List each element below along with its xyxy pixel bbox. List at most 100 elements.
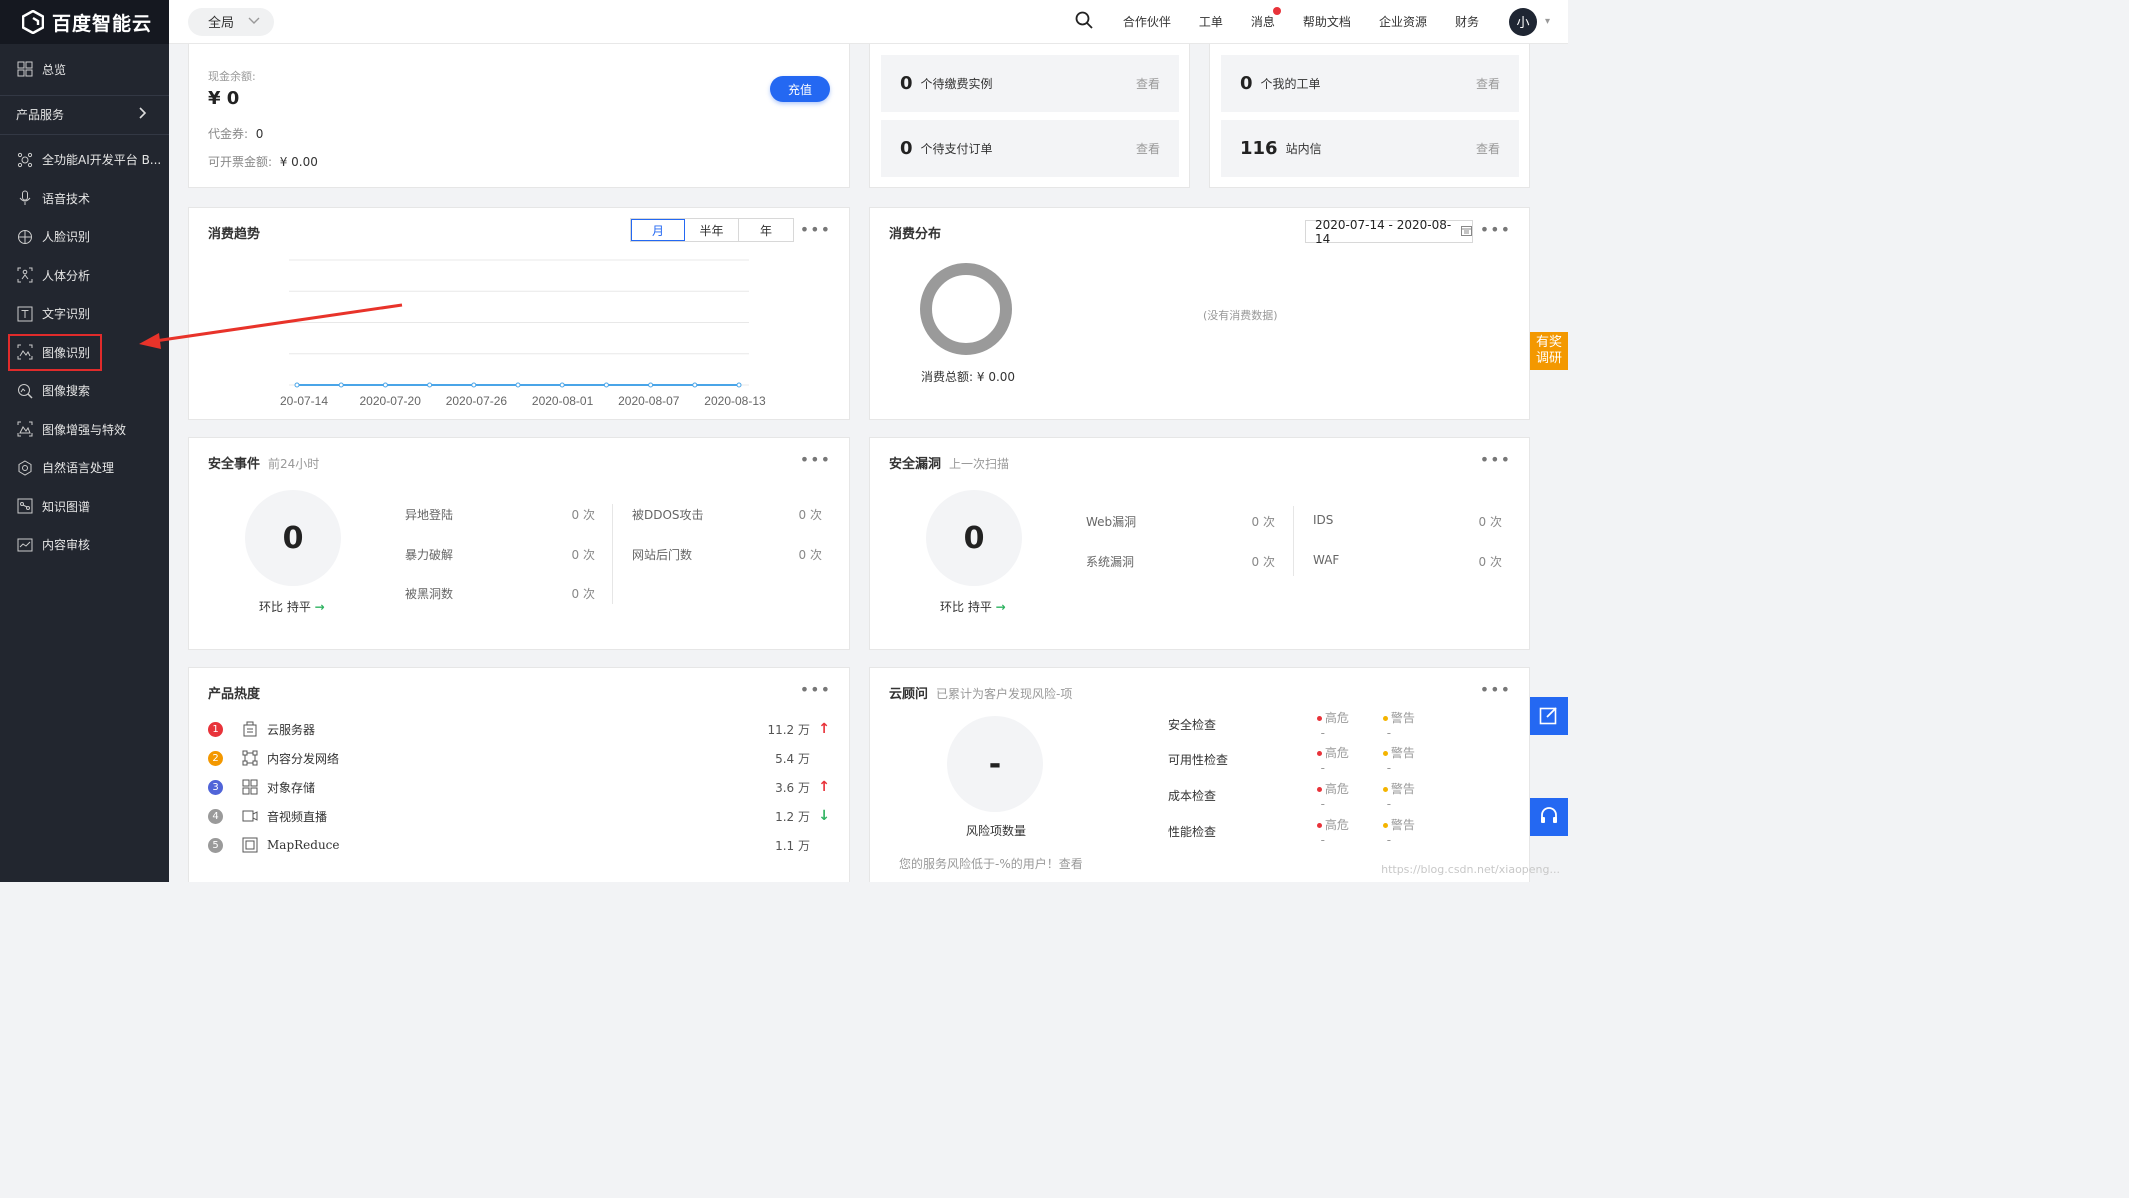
renew-label: 个待缴费实例 — [920, 77, 993, 91]
view-link[interactable]: 查看 — [1476, 75, 1500, 92]
sidebar-item-image-search[interactable]: 图像搜索 — [0, 372, 169, 411]
sidebar-item-label: 自然语言处理 — [42, 461, 115, 476]
support-button[interactable] — [1530, 798, 1568, 836]
consumption-distribution-card: 消费分布 2020-07-14 - 2020-08-14 ••• (没有消费数据… — [869, 207, 1530, 420]
avatar[interactable]: 小 — [1508, 7, 1537, 36]
scope-selector[interactable]: 全局 — [188, 7, 274, 36]
security-vulnerability-card: 安全漏洞 上一次扫描 ••• 0 环比 持平 → Web漏洞 0 次 IDS 0 次 … — [869, 437, 1530, 650]
data-point[interactable] — [471, 382, 477, 388]
voucher-value: 0 — [255, 127, 264, 141]
grid-icon — [16, 60, 34, 78]
check-row[interactable]: 成本检查 高危 - 警告 - — [1168, 782, 1449, 811]
sidebar-item-overview[interactable]: 总览 — [0, 50, 169, 89]
compare-row: 环比 持平 → — [259, 598, 325, 615]
card-subtitle: 前24小时 — [268, 457, 320, 471]
vuln-count: 0 — [926, 490, 1022, 586]
risk-count: - — [947, 716, 1043, 812]
more-icon[interactable]: ••• — [1480, 680, 1511, 699]
feedback-button[interactable] — [1530, 697, 1568, 735]
sidebar-item-image-recognition[interactable]: 图像识别 — [7, 333, 103, 372]
my-tickets[interactable]: 0 个我的工单 查看 — [1221, 55, 1519, 112]
product-value: 11.2 万 — [767, 722, 810, 737]
stat-value: 0 次 — [798, 548, 822, 562]
recharge-button[interactable]: 充值 — [770, 76, 830, 102]
nav-messages-label: 消息 — [1250, 15, 1275, 29]
nav-partners[interactable]: 合作伙伴 — [1109, 13, 1185, 30]
data-point[interactable] — [648, 382, 654, 388]
risk-footer[interactable]: 您的服务风险低于-%的用户！查看 — [899, 855, 1083, 872]
high-risk: 高危 - — [1316, 780, 1355, 811]
nav-finance[interactable]: 财务 — [1441, 13, 1493, 30]
more-icon[interactable]: ••• — [800, 450, 831, 469]
divider — [612, 504, 613, 604]
site-messages[interactable]: 116 站内信 查看 — [1221, 120, 1519, 177]
list-item[interactable]: 4 音视频直播 1.2 万 ↓ — [208, 806, 830, 826]
sidebar-item-label: 人脸识别 — [42, 230, 91, 245]
sidebar-item-image-enhance[interactable]: 图像增强与特效 — [0, 410, 169, 449]
my-tickets-label: 个我的工单 — [1260, 77, 1321, 91]
product-value: 1.2 万 — [775, 809, 810, 824]
data-point[interactable] — [427, 382, 433, 388]
sidebar-item-speech[interactable]: 语音技术 — [0, 179, 169, 218]
image-search-icon — [16, 382, 34, 400]
sidebar-item-content-review[interactable]: 内容审核 — [0, 526, 169, 565]
pay-label: 个待支付订单 — [920, 142, 993, 156]
data-point[interactable] — [736, 382, 742, 388]
high-risk: 高危 - — [1316, 709, 1355, 740]
brand-name: 百度智能云 — [52, 12, 153, 35]
sidebar-item-ocr[interactable]: 文字识别 — [0, 295, 169, 334]
check-name: 安全检查 — [1168, 717, 1217, 732]
list-item[interactable]: 3 对象存储 3.6 万 ↑ — [208, 777, 830, 797]
search-icon[interactable] — [1075, 11, 1093, 32]
card-title-text: 安全事件 — [208, 457, 261, 472]
product-name: 云服务器 — [267, 722, 316, 737]
nav-messages[interactable]: 消息 — [1237, 7, 1289, 30]
data-point[interactable] — [559, 382, 565, 388]
data-point[interactable] — [515, 382, 521, 388]
pending-pay[interactable]: 0 个待支付订单 查看 — [881, 120, 1179, 177]
list-item[interactable]: 2 内容分发网络 5.4 万 — [208, 748, 830, 768]
data-point[interactable] — [603, 382, 609, 388]
site-messages-label: 站内信 — [1285, 142, 1322, 156]
view-link[interactable]: 查看 — [1476, 140, 1500, 157]
sidebar-item-body[interactable]: 人体分析 — [0, 256, 169, 295]
warning: 警告 - — [1382, 780, 1421, 811]
nav-help-docs[interactable]: 帮助文档 — [1289, 13, 1365, 30]
view-link[interactable]: 查看 — [1136, 75, 1160, 92]
sidebar-item-ai-platform[interactable]: 全功能AI开发平台 B... — [0, 141, 169, 180]
list-item[interactable]: 5 MapReduce 1.1 万 — [208, 835, 830, 855]
check-row[interactable]: 安全检查 高危 - 警告 - — [1168, 711, 1449, 740]
x-tick-label: 20-07-14 — [280, 394, 328, 408]
view-link[interactable]: 查看 — [1136, 140, 1160, 157]
sidebar-item-nlp[interactable]: 自然语言处理 — [0, 449, 169, 488]
data-point[interactable] — [338, 382, 344, 388]
product-name: 音视频直播 — [267, 809, 328, 824]
more-icon[interactable]: ••• — [1480, 220, 1511, 239]
nav-enterprise[interactable]: 企业资源 — [1365, 13, 1441, 30]
check-row[interactable]: 可用性检查 高危 - 警告 - — [1168, 746, 1449, 775]
more-icon[interactable]: ••• — [800, 680, 831, 699]
warning: 警告 - — [1382, 709, 1421, 740]
stat-label: 暴力破解 — [405, 548, 454, 562]
chevron-down-icon[interactable]: ▾ — [1545, 16, 1550, 27]
data-point[interactable] — [692, 382, 698, 388]
check-row[interactable]: 性能检查 高危 - 警告 - — [1168, 818, 1449, 847]
logo[interactable]: 百度智能云 — [0, 0, 169, 44]
sidebar-item-knowledge-graph[interactable]: 知识图谱 — [0, 487, 169, 526]
data-point[interactable] — [382, 382, 388, 388]
stat-value: 0 次 — [1251, 555, 1275, 569]
survey-button[interactable]: 有奖调研 — [1530, 332, 1568, 370]
list-item[interactable]: 1 云服务器 11.2 万 ↑ — [208, 719, 830, 739]
more-icon[interactable]: ••• — [1480, 450, 1511, 469]
card-title-text: 云顾问 — [889, 687, 929, 702]
sidebar-section-products[interactable]: 产品服务 — [0, 94, 169, 135]
nav-tickets[interactable]: 工单 — [1185, 13, 1237, 30]
risk-count-label: 风险项数量 — [966, 824, 1027, 838]
data-point[interactable] — [294, 382, 300, 388]
chevron-right-icon — [139, 107, 147, 122]
stat-label: 被黑洞数 — [405, 587, 454, 601]
sidebar-item-face[interactable]: 人脸识别 — [0, 218, 169, 257]
date-range-picker[interactable]: 2020-07-14 - 2020-08-14 — [1305, 218, 1473, 246]
pending-renew[interactable]: 0 个待缴费实例 查看 — [881, 55, 1179, 112]
product-value: 5.4 万 — [775, 751, 810, 766]
